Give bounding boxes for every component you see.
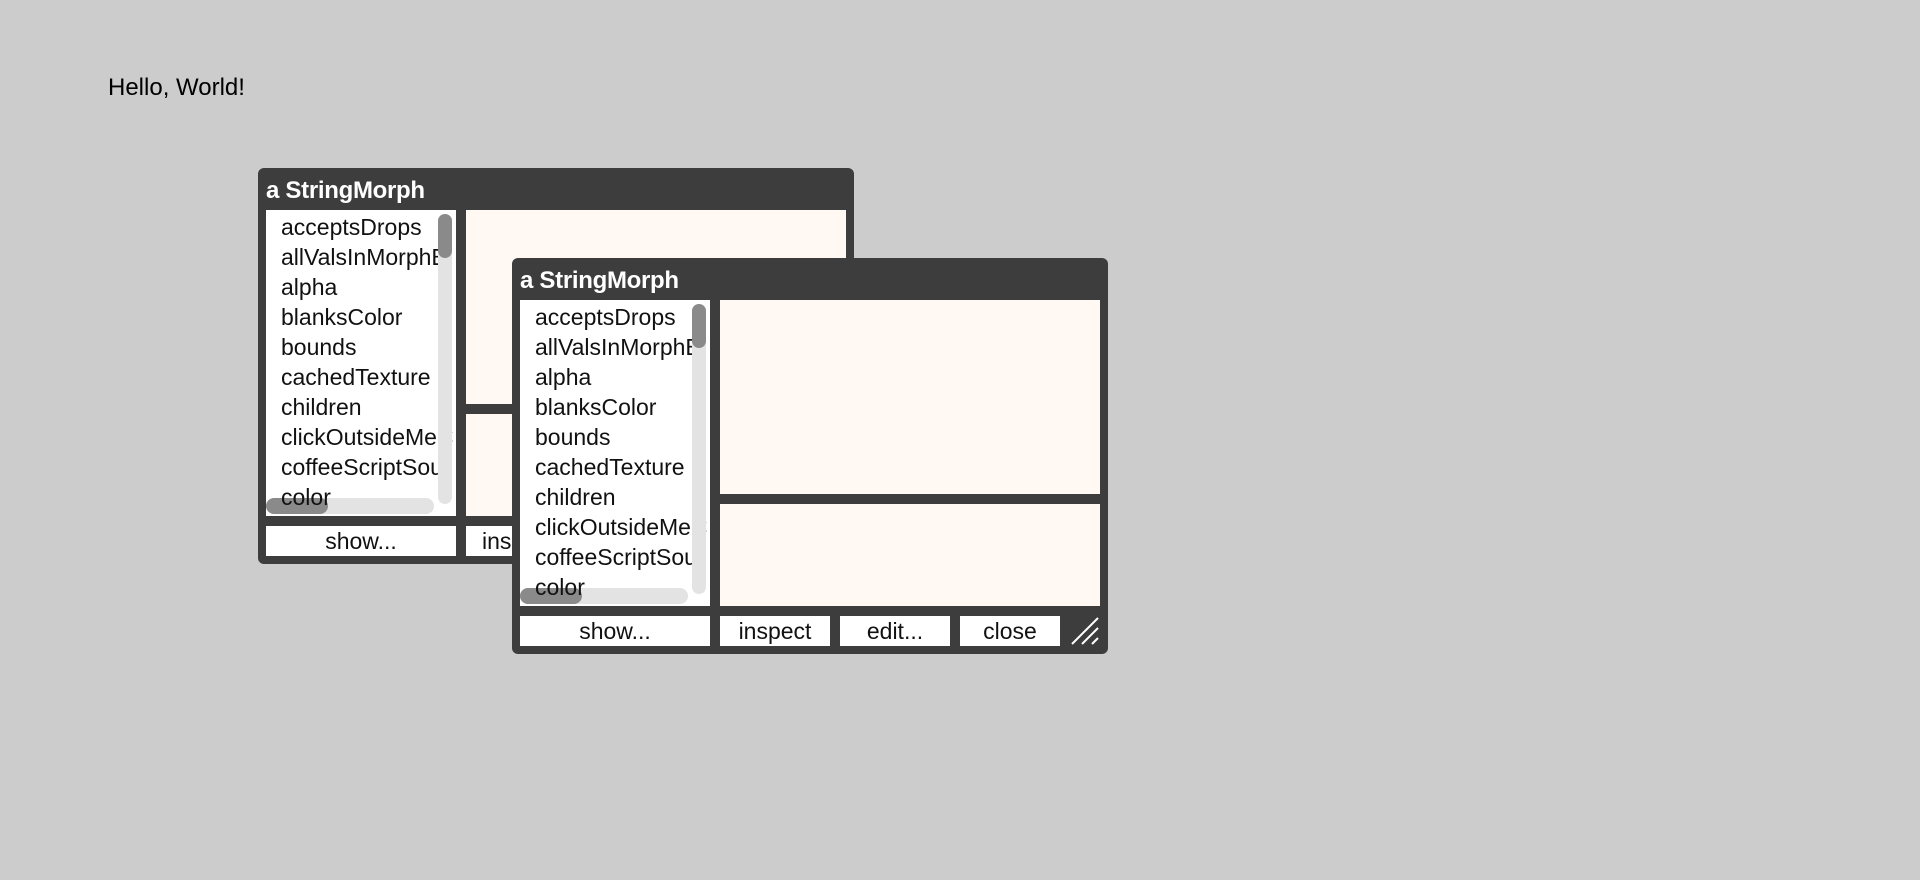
list-item[interactable]: acceptsDrops	[535, 302, 676, 332]
list-item[interactable]: children	[281, 392, 362, 422]
list-item[interactable]: blanksColor	[281, 302, 402, 332]
inspect-button[interactable]: inspect	[720, 616, 830, 646]
list-item[interactable]: cachedTexture	[535, 452, 685, 482]
list-item[interactable]: cachedTexture	[281, 362, 431, 392]
list-item[interactable]: blanksColor	[535, 392, 656, 422]
resize-handle-icon[interactable]	[1068, 614, 1102, 648]
list-item[interactable]: clickOutsideMeC	[535, 512, 708, 542]
property-list[interactable]: acceptsDrops allValsInMorphB alpha blank…	[520, 300, 710, 606]
vertical-scrollbar-thumb[interactable]	[692, 304, 706, 348]
list-item[interactable]: alpha	[281, 272, 337, 302]
list-item[interactable]: children	[535, 482, 616, 512]
show-button[interactable]: show...	[520, 616, 710, 646]
list-item[interactable]: color	[281, 482, 331, 512]
list-item[interactable]: bounds	[535, 422, 610, 452]
value-pane[interactable]	[720, 300, 1100, 494]
list-item[interactable]: allValsInMorphB	[535, 332, 701, 362]
window-title[interactable]: a StringMorph	[520, 267, 679, 295]
hello-world-text: Hello, World!	[108, 74, 245, 101]
window-title[interactable]: a StringMorph	[266, 177, 425, 205]
property-list[interactable]: acceptsDrops allValsInMorphB alpha blank…	[266, 210, 456, 516]
evaluation-pane[interactable]	[720, 504, 1100, 606]
list-item[interactable]: acceptsDrops	[281, 212, 422, 242]
edit-button[interactable]: edit...	[840, 616, 950, 646]
show-button[interactable]: show...	[266, 526, 456, 556]
list-item[interactable]: color	[535, 572, 585, 602]
vertical-scrollbar-thumb[interactable]	[438, 214, 452, 258]
list-item[interactable]: coffeeScriptSour	[535, 542, 705, 572]
close-button[interactable]: close	[960, 616, 1060, 646]
list-item[interactable]: clickOutsideMeC	[281, 422, 454, 452]
list-item[interactable]: alpha	[535, 362, 591, 392]
list-item[interactable]: bounds	[281, 332, 356, 362]
list-item[interactable]: allValsInMorphB	[281, 242, 447, 272]
list-item[interactable]: coffeeScriptSour	[281, 452, 451, 482]
inspector-window-front[interactable]: a StringMorph acceptsDrops allValsInMorp…	[512, 258, 1108, 654]
